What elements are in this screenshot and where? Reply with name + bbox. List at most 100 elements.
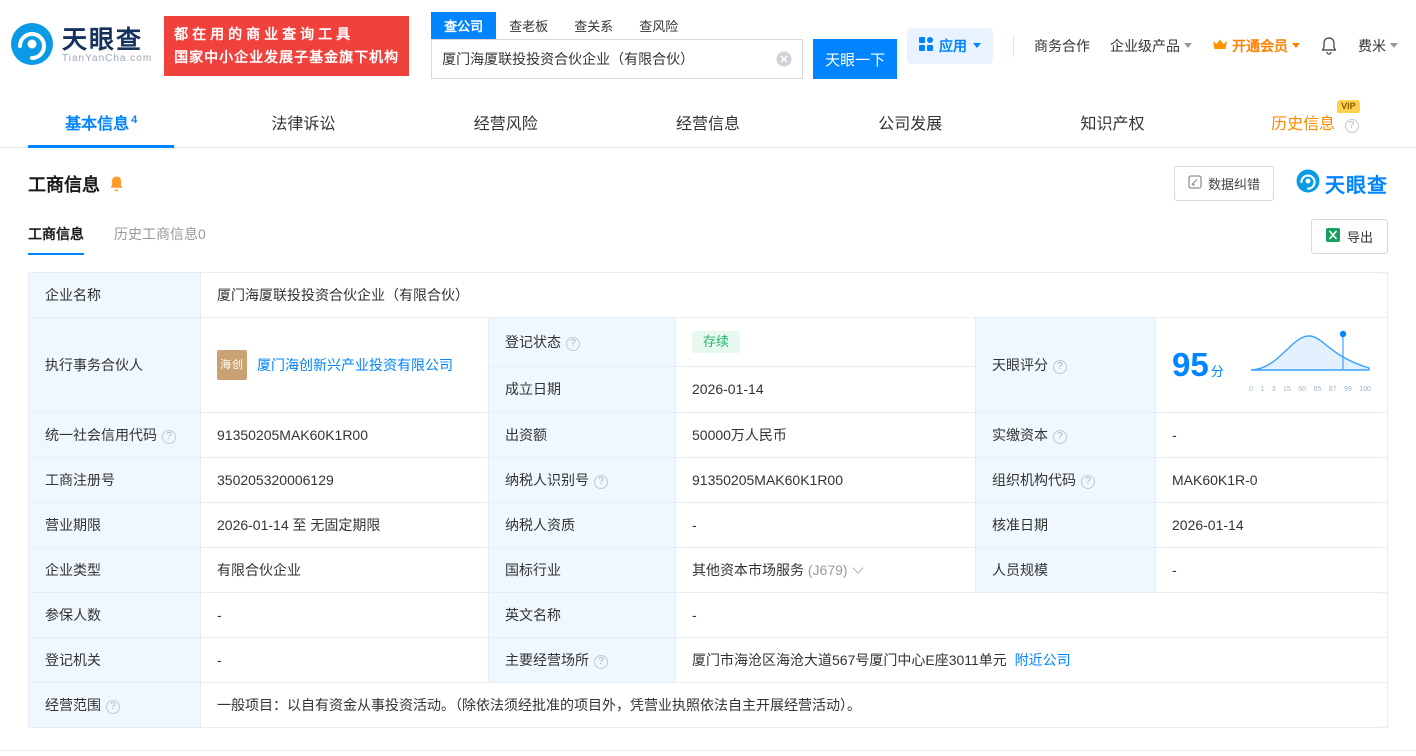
value-business-address: 厦门市海沧区海沧大道567号厦门中心E座3011单元 附近公司 xyxy=(676,638,1388,683)
search-input[interactable] xyxy=(442,51,770,67)
score-axis: 0131550658799100 xyxy=(1249,380,1371,400)
promo-banner: 都在用的商业查询工具 国家中小企业发展子基金旗下机构 xyxy=(164,16,409,76)
help-icon[interactable]: ? xyxy=(566,337,580,351)
apps-menu[interactable]: 应用 xyxy=(907,28,993,64)
search-box xyxy=(431,39,803,79)
business-cooperation-link[interactable]: 商务合作 xyxy=(1034,36,1090,56)
tab-operation-risk[interactable]: 经营风险 xyxy=(405,95,607,147)
search-tab-risk[interactable]: 查风险 xyxy=(626,12,691,39)
nearby-companies-link[interactable]: 附近公司 xyxy=(1015,652,1071,668)
table-row: 登记机关 - 主要经营场所? 厦门市海沧区海沧大道567号厦门中心E座3011单… xyxy=(29,638,1388,683)
value-company-name: 厦门海厦联投投资合伙企业（有限合伙） xyxy=(201,273,1388,318)
notification-bell-icon[interactable] xyxy=(1320,36,1338,55)
monitor-bell-icon[interactable] xyxy=(108,175,125,193)
value-industry[interactable]: 其他资本市场服务 (J679) xyxy=(676,548,976,593)
section-divider xyxy=(0,750,1416,756)
value-tianyan-score: 95分 0131550658799100 xyxy=(1156,318,1388,413)
data-correction-label: 数据纠错 xyxy=(1208,174,1260,193)
partner-company-link[interactable]: 厦门海创新兴产业投资有限公司 xyxy=(257,355,453,375)
subtab-business-info[interactable]: 工商信息 xyxy=(28,224,84,255)
field-label-reg-number: 工商注册号 xyxy=(29,458,201,503)
clear-search-icon[interactable] xyxy=(776,51,792,67)
tab-legal-litigation[interactable]: 法律诉讼 xyxy=(202,95,404,147)
tianyancha-logo[interactable]: 天眼查 TianYanCha.com xyxy=(10,22,152,69)
export-button[interactable]: 导出 xyxy=(1311,219,1388,254)
field-label-business-term: 营业期限 xyxy=(29,503,201,548)
partner-company-logo[interactable]: 海创 xyxy=(217,350,247,380)
user-menu[interactable]: 费米 xyxy=(1358,36,1398,56)
data-correction-icon xyxy=(1188,175,1202,192)
search-button[interactable]: 天眼一下 xyxy=(813,39,897,79)
table-row: 企业类型 有限合伙企业 国标行业 其他资本市场服务 (J679) 人员规模 - xyxy=(29,548,1388,593)
enterprise-products-link[interactable]: 企业级产品 xyxy=(1110,36,1192,56)
search-tab-relation[interactable]: 查关系 xyxy=(561,12,626,39)
business-info-subtabs: 工商信息 历史工商信息0 导出 xyxy=(0,205,1416,270)
export-label: 导出 xyxy=(1347,227,1373,246)
header-right-nav: 应用 商务合作 企业级产品 开通会员 费米 xyxy=(907,28,1398,64)
field-label-business-address: 主要经营场所? xyxy=(489,638,676,683)
field-label-taxpayer-id: 纳税人识别号? xyxy=(489,458,676,503)
apps-grid-icon xyxy=(919,37,933,54)
table-row: 经营范围? 一般项目：以自有资金从事投资活动。（除依法须经批准的项目外，凭营业执… xyxy=(29,683,1388,728)
tab-intellectual-property[interactable]: 知识产权 xyxy=(1011,95,1213,147)
caret-down-icon xyxy=(973,43,981,48)
top-header: 天眼查 TianYanCha.com 都在用的商业查询工具 国家中小企业发展子基… xyxy=(0,0,1416,93)
value-staff-size: - xyxy=(1156,548,1388,593)
search-tabs: 查公司 查老板 查关系 查风险 xyxy=(431,12,897,39)
search-area: 查公司 查老板 查关系 查风险 天眼一下 xyxy=(431,12,897,79)
value-approve-date: 2026-01-14 xyxy=(1156,503,1388,548)
field-label-capital: 出资额 xyxy=(489,413,676,458)
score-unit: 分 xyxy=(1211,364,1224,379)
vip-upgrade-link[interactable]: 开通会员 xyxy=(1212,36,1300,56)
help-icon[interactable]: ? xyxy=(594,655,608,669)
help-icon[interactable]: ? xyxy=(162,430,176,444)
value-english-name: - xyxy=(676,593,1388,638)
value-registration-status: 存续 xyxy=(676,318,976,367)
tab-operation-info[interactable]: 经营信息 xyxy=(607,95,809,147)
divider xyxy=(1013,35,1014,57)
field-label-company-name: 企业名称 xyxy=(29,273,201,318)
search-tab-boss[interactable]: 查老板 xyxy=(496,12,561,39)
search-tab-company[interactable]: 查公司 xyxy=(431,12,496,39)
help-icon[interactable]: ? xyxy=(594,475,608,489)
table-row: 营业期限 2026-01-14 至 无固定期限 纳税人资质 - 核准日期 202… xyxy=(29,503,1388,548)
field-label-executive-partner: 执行事务合伙人 xyxy=(29,318,201,413)
subtab-history-business-info[interactable]: 历史工商信息0 xyxy=(114,224,206,255)
field-label-credit-code: 统一社会信用代码? xyxy=(29,413,201,458)
field-label-approve-date: 核准日期 xyxy=(976,503,1156,548)
value-establish-date: 2026-01-14 xyxy=(676,366,976,412)
tab-company-development[interactable]: 公司发展 xyxy=(809,95,1011,147)
help-icon[interactable]: ? xyxy=(1345,119,1359,133)
help-icon[interactable]: ? xyxy=(1053,360,1067,374)
data-correction-button[interactable]: 数据纠错 xyxy=(1174,166,1274,201)
help-icon[interactable]: ? xyxy=(106,700,120,714)
enterprise-products-label: 企业级产品 xyxy=(1110,36,1180,56)
tab-basic-info[interactable]: 基本信息4 xyxy=(0,95,202,147)
section-header: 工商信息 数据纠错 天眼查 xyxy=(0,148,1416,205)
table-row: 企业名称 厦门海厦联投投资合伙企业（有限合伙） xyxy=(29,273,1388,318)
tab-history-info[interactable]: 历史信息VIP ? xyxy=(1214,95,1416,147)
table-row: 参保人数 - 英文名称 - xyxy=(29,593,1388,638)
logo-subtitle: TianYanCha.com xyxy=(62,53,152,64)
vip-upgrade-label: 开通会员 xyxy=(1232,36,1288,56)
brand-watermark-label: 天眼查 xyxy=(1325,169,1388,198)
value-insured-count: - xyxy=(201,593,489,638)
username-label: 费米 xyxy=(1358,36,1386,56)
score-chart[interactable]: 0131550658799100 xyxy=(1249,330,1371,400)
field-label-industry: 国标行业 xyxy=(489,548,676,593)
excel-icon xyxy=(1326,228,1340,245)
help-icon[interactable]: ? xyxy=(1081,475,1095,489)
chevron-down-icon[interactable] xyxy=(852,562,863,573)
field-label-establish-date: 成立日期 xyxy=(489,366,676,412)
value-business-term: 2026-01-14 至 无固定期限 xyxy=(201,503,489,548)
help-icon[interactable]: ? xyxy=(1053,430,1067,444)
field-label-english-name: 英文名称 xyxy=(489,593,676,638)
promo-banner-line1: 都在用的商业查询工具 xyxy=(174,23,399,46)
field-label-company-type: 企业类型 xyxy=(29,548,201,593)
value-credit-code: 91350205MAK60K1R00 xyxy=(201,413,489,458)
company-detail-tabs: 基本信息4 法律诉讼 经营风险 经营信息 公司发展 知识产权 历史信息VIP ? xyxy=(0,95,1416,148)
apps-label: 应用 xyxy=(939,36,967,56)
value-reg-number: 350205320006129 xyxy=(201,458,489,503)
value-taxpayer-id: 91350205MAK60K1R00 xyxy=(676,458,976,503)
tianyancha-logo-icon xyxy=(10,22,54,69)
